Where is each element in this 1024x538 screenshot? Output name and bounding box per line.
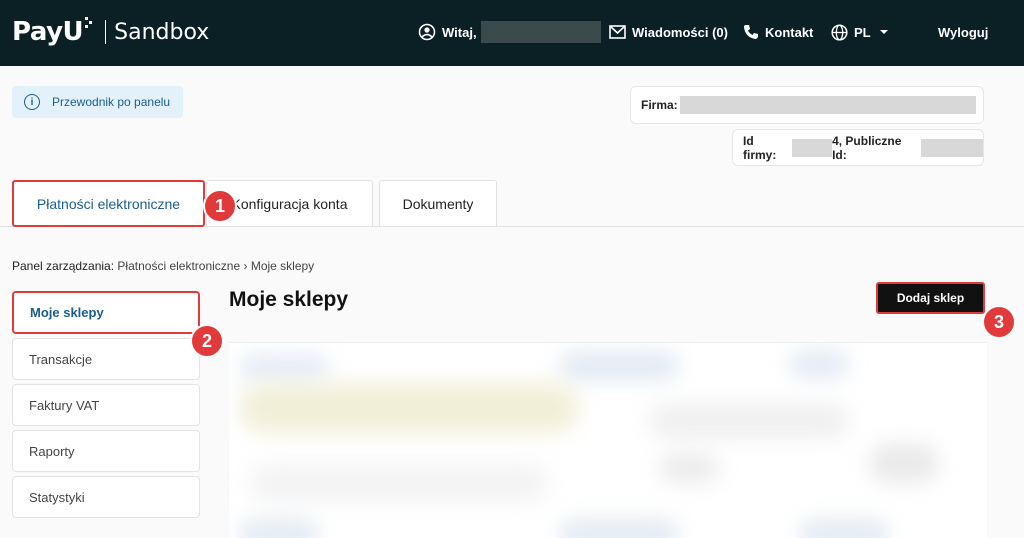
- shops-list-blurred: [229, 342, 987, 538]
- step-badge-2: 2: [190, 324, 224, 358]
- env-label: Sandbox: [114, 19, 210, 45]
- logo-text: PayU: [12, 17, 84, 47]
- contact-label: Kontakt: [765, 24, 814, 40]
- sidebar-item-transactions[interactable]: Transakcje: [12, 338, 200, 380]
- tab-electronic-payments[interactable]: Płatności elektroniczne: [12, 180, 205, 227]
- step-badge-1: 1: [203, 189, 237, 223]
- welcome-label: Witaj,: [442, 24, 477, 40]
- phone-icon: [744, 25, 758, 39]
- contact-link[interactable]: Kontakt: [743, 22, 813, 42]
- tab-documents[interactable]: Dokumenty: [379, 180, 497, 226]
- sidebar-item-reports[interactable]: Raporty: [12, 430, 200, 472]
- globe-icon: [831, 23, 848, 41]
- envelope-icon: [609, 25, 626, 39]
- company-id-box: Id firmy: 4, Publiczne Id:: [732, 129, 984, 166]
- breadcrumb: Panel zarządzania: Płatności elektronicz…: [12, 259, 314, 273]
- firm-id-label: Id firmy:: [743, 133, 777, 162]
- company-name-box: Firma:: [630, 86, 984, 124]
- user-name-redacted: [480, 21, 601, 43]
- user-welcome[interactable]: Witaj,: [418, 21, 601, 43]
- add-shop-button[interactable]: Dodaj sklep: [876, 282, 985, 314]
- page-title: Moje sklepy: [229, 288, 349, 311]
- language-label: PL: [854, 24, 871, 40]
- public-id-redacted: [921, 138, 983, 157]
- public-id-label: 4, Publiczne Id:: [832, 133, 902, 162]
- logout-link[interactable]: Wyloguj: [938, 22, 988, 42]
- language-selector[interactable]: PL: [831, 22, 895, 42]
- messages-link[interactable]: Wiadomości (0): [609, 22, 728, 42]
- logo-dots-icon: [85, 17, 93, 28]
- breadcrumb-path: Płatności elektroniczne › Moje sklepy: [117, 259, 315, 273]
- breadcrumb-root[interactable]: Panel zarządzania:: [12, 259, 114, 273]
- guide-label: Przewodnik po panelu: [52, 95, 171, 109]
- sidebar-item-vat-invoices[interactable]: Faktury VAT: [12, 384, 200, 426]
- sidebar-item-statistics[interactable]: Statystyki: [12, 476, 200, 518]
- top-navigation-bar: PayU Sandbox Witaj, Wiadomości (0) Konta…: [0, 0, 1024, 66]
- info-icon: i: [24, 94, 40, 110]
- logo-divider: [105, 20, 107, 44]
- step-badge-3: 3: [982, 305, 1016, 339]
- firm-id-redacted: [792, 138, 833, 157]
- caret-down-icon: [879, 30, 888, 34]
- user-icon: [418, 23, 436, 41]
- messages-label: Wiadomości (0): [632, 24, 728, 40]
- panel-guide-button[interactable]: i Przewodnik po panelu: [12, 86, 183, 118]
- payu-logo[interactable]: PayU Sandbox: [12, 14, 209, 50]
- firm-name-redacted: [679, 96, 976, 114]
- firm-label: Firma:: [641, 98, 678, 112]
- sidebar-item-my-shops[interactable]: Moje sklepy: [12, 291, 200, 334]
